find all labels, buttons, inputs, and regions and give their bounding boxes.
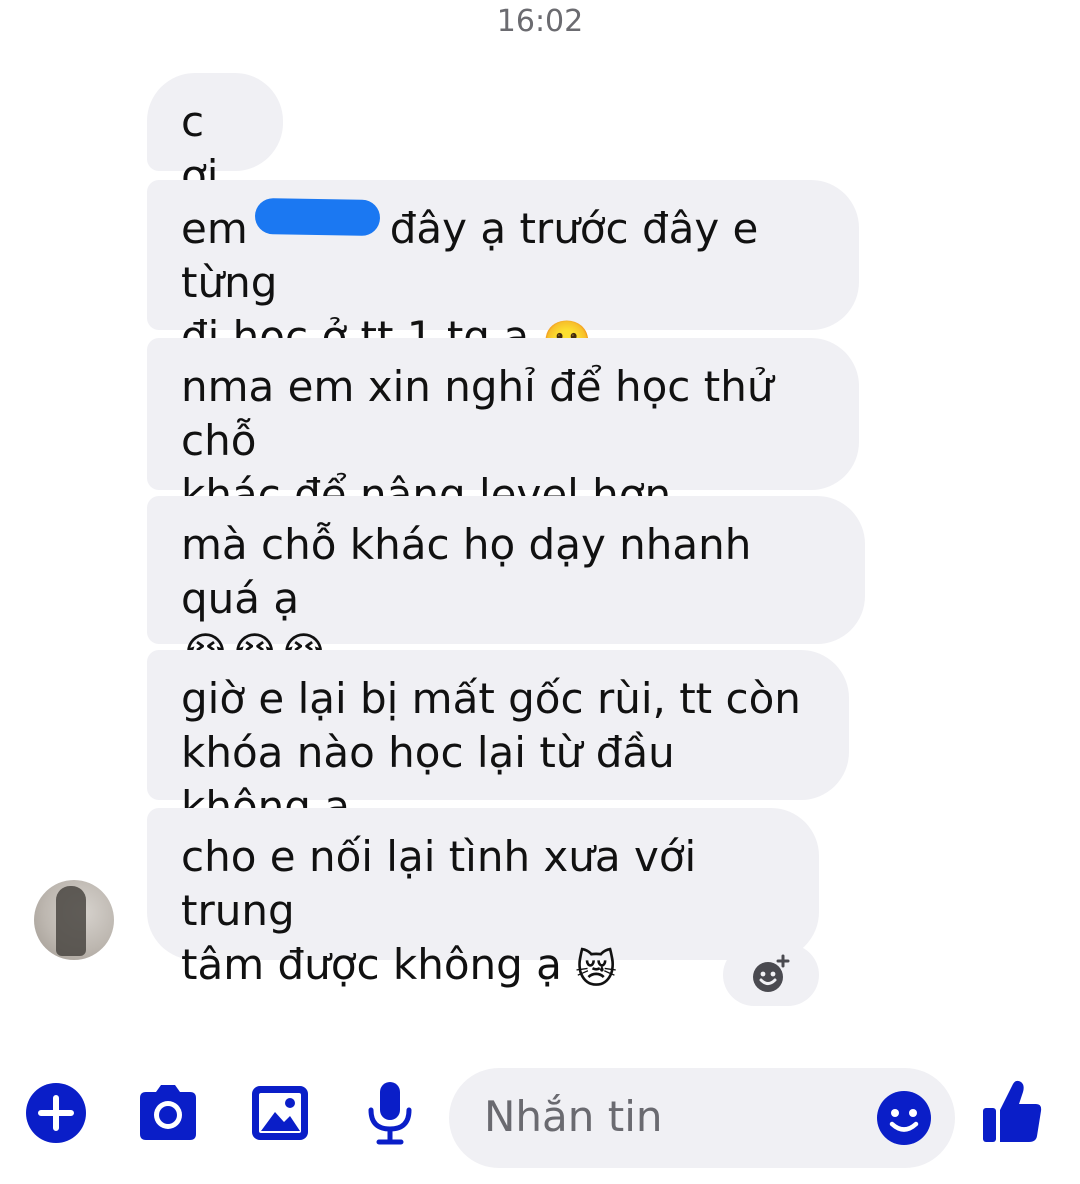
camera-button[interactable]: [134, 1082, 202, 1144]
more-actions-button[interactable]: [25, 1082, 87, 1144]
gallery-button[interactable]: [250, 1084, 310, 1142]
image-icon: [252, 1086, 308, 1140]
message-timestamp: 16:02: [496, 4, 584, 39]
sender-avatar[interactable]: [34, 880, 114, 960]
message-bubble[interactable]: mà chỗ khác họ dạy nhanh quá ạ 😭😭😭: [147, 496, 865, 677]
message-bubble[interactable]: em đây ạ trước đây e từng đi học ở tt 1 t…: [147, 180, 859, 365]
message-bubble[interactable]: c ơi: [147, 73, 283, 200]
add-reaction-button[interactable]: [723, 944, 819, 1006]
add-reaction-icon: [753, 954, 790, 992]
message-bubble[interactable]: giờ e lại bị mất gốc rùi, tt còn khóa nà…: [147, 650, 849, 831]
message-text: tâm được không ạ: [181, 940, 562, 989]
like-button[interactable]: [980, 1078, 1044, 1146]
emoji-button[interactable]: [875, 1089, 933, 1151]
crying-cat-emoji: 😿: [575, 947, 617, 993]
camera-icon: [140, 1085, 196, 1140]
microphone-icon: [368, 1082, 412, 1145]
message-bubble[interactable]: cho e nối lại tình xưa với trung tâm đượ…: [147, 808, 819, 993]
microphone-button[interactable]: [365, 1080, 415, 1146]
message-text: nma em xin nghỉ để học thử chỗ: [181, 362, 774, 465]
smiley-icon: [877, 1091, 931, 1145]
message-input-placeholder: Nhắn tin: [484, 1092, 663, 1141]
plus-icon: [26, 1083, 86, 1143]
message-text: mà chỗ khác họ dạy nhanh quá ạ: [181, 520, 752, 623]
message-input[interactable]: Nhắn tin: [449, 1068, 955, 1168]
message-text: cho e nối lại tình xưa với trung: [181, 832, 697, 935]
message-bubble[interactable]: nma em xin nghỉ để học thử chỗ khác để n…: [147, 338, 859, 519]
message-text: em: [181, 204, 248, 253]
message-text: giờ e lại bị mất gốc rùi, tt còn: [181, 674, 801, 723]
redaction-mark: [254, 197, 381, 237]
thumbs-up-icon: [983, 1080, 1042, 1142]
